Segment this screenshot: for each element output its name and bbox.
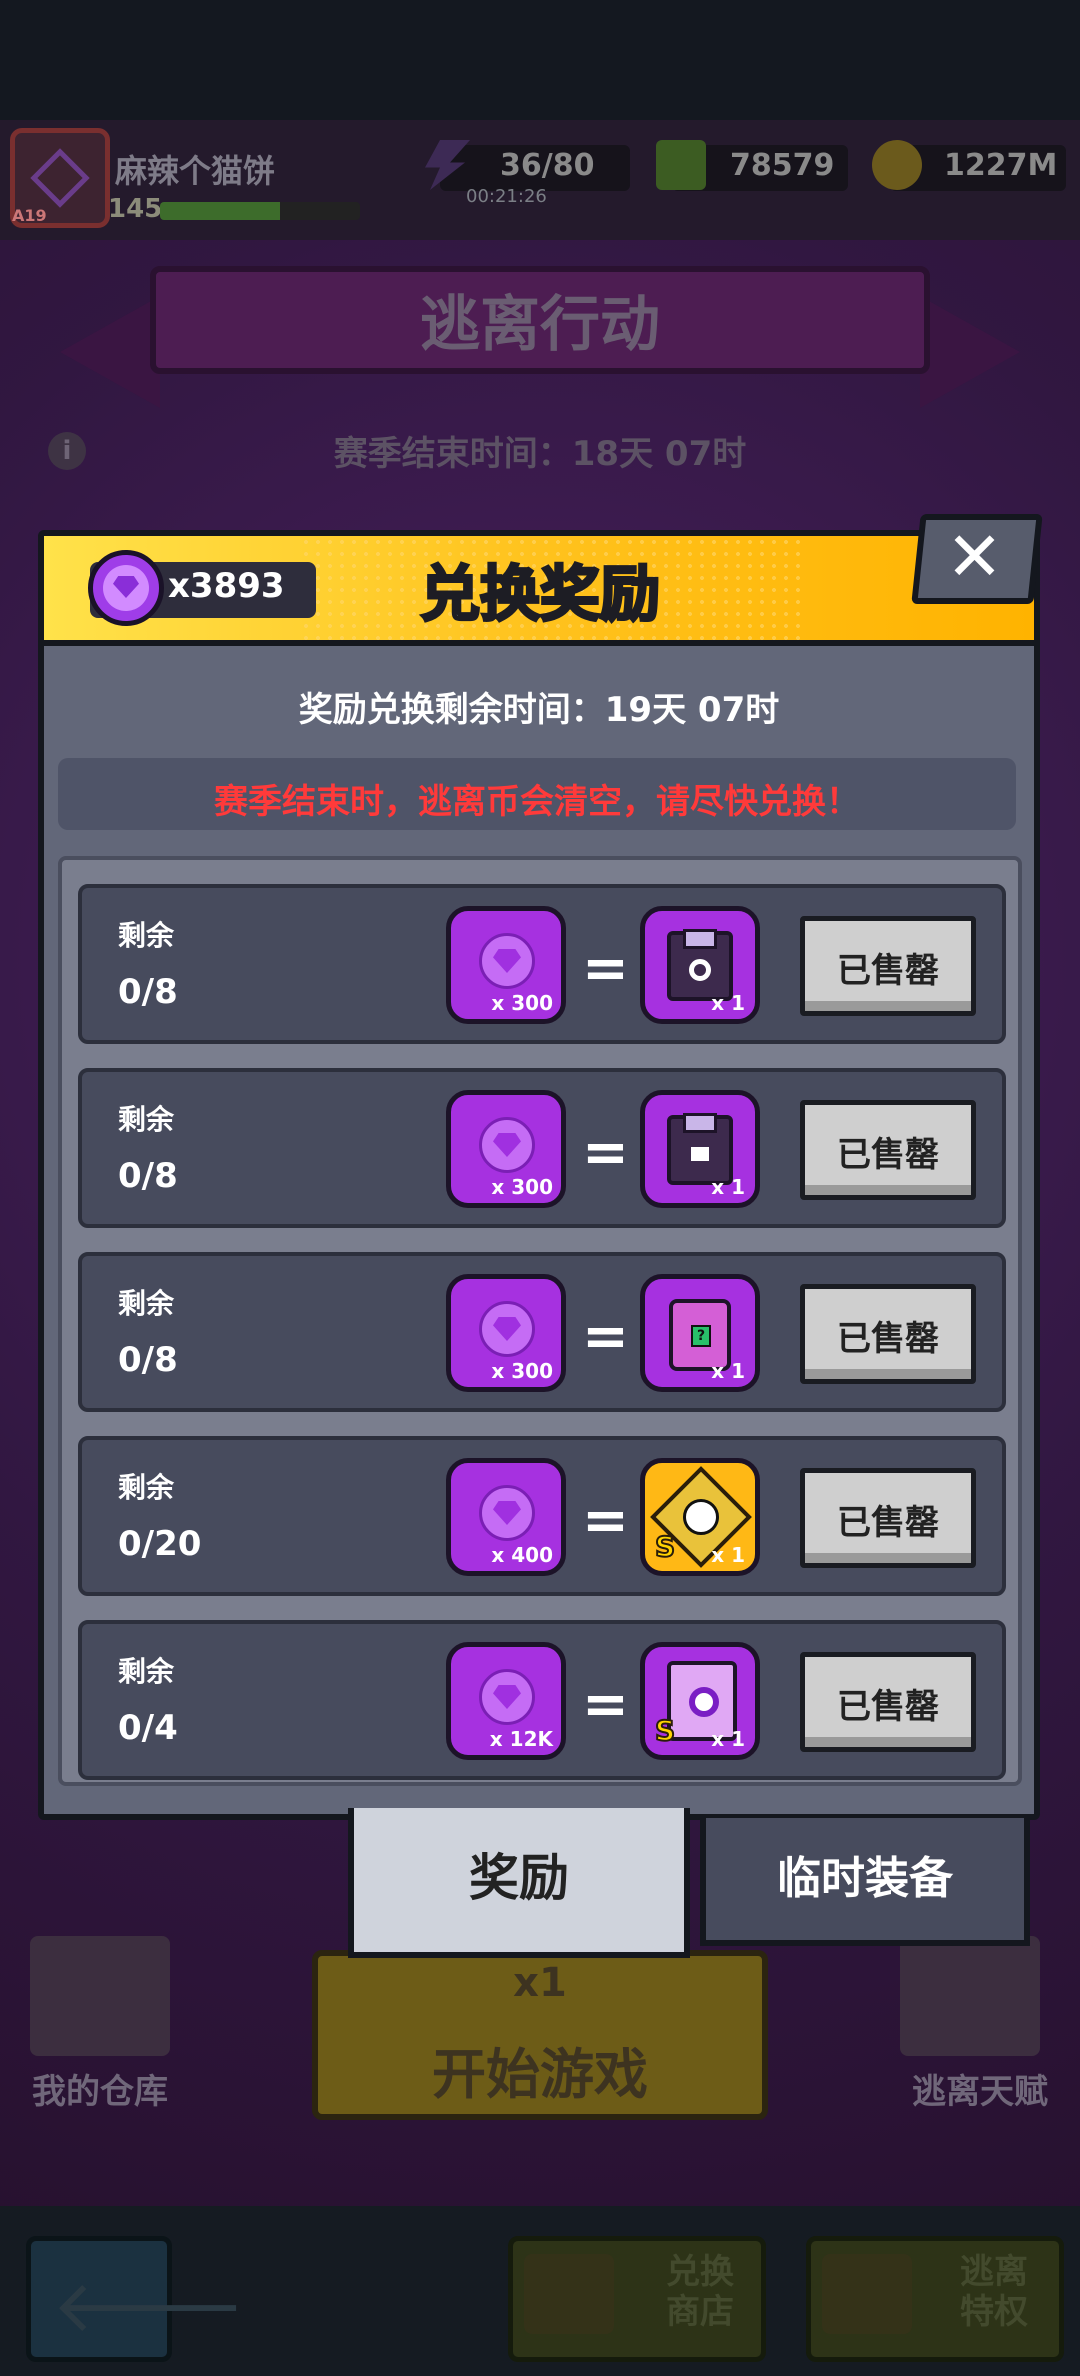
sold-out-button[interactable]: 已售罄 <box>800 916 976 1016</box>
reward-quantity: x 1 <box>711 991 745 1015</box>
sold-out-label: 已售罄 <box>837 1135 939 1175</box>
cost-item: x 300 <box>446 1274 566 1392</box>
cost-amount: x 400 <box>491 1543 553 1567</box>
remaining-count: 0/8 <box>118 972 178 1012</box>
privilege-icon <box>822 2254 912 2334</box>
escape-coin-icon <box>88 550 164 626</box>
sold-out-label: 已售罄 <box>837 1319 939 1359</box>
reward-row: 剩余 0/4 x 12K = S x 1 已售罄 <box>78 1620 1006 1780</box>
warehouse-icon[interactable] <box>30 1936 170 2056</box>
remaining-count: 0/8 <box>118 1340 178 1380</box>
event-title: 逃离行动 <box>420 290 660 360</box>
reward-quantity: x 1 <box>711 1543 745 1567</box>
cost-item: x 300 <box>446 906 566 1024</box>
status-bar <box>0 0 1080 120</box>
back-arrow-icon: 🡐 <box>52 2264 246 2348</box>
sold-out-label: 已售罄 <box>837 951 939 991</box>
season-end-time: 赛季结束时间：18天 07时 <box>333 434 747 474</box>
tab-temp-equipment-label: 临时装备 <box>777 1853 953 1904</box>
cost-item: x 300 <box>446 1090 566 1208</box>
energy-value: 36/80 <box>500 148 595 183</box>
banner-right-arrow <box>920 296 1020 408</box>
remaining-count: 0/4 <box>118 1708 178 1748</box>
start-game-cost: x1 <box>513 1960 567 2006</box>
grade-badge: S <box>654 1713 676 1748</box>
reward-quantity: x 1 <box>711 1359 745 1383</box>
reward-item[interactable]: x 1 <box>640 1090 760 1208</box>
reward-row: 剩余 0/8 x 300 = x 1 已售罄 <box>78 1068 1006 1228</box>
dialog-title: 兑换奖励 <box>419 559 662 632</box>
tab-rewards-label: 奖励 <box>469 1849 569 1907</box>
reward-row: 剩余 0/8 x 300 = x 1 已售罄 <box>78 884 1006 1044</box>
reward-list[interactable]: 剩余 0/8 x 300 = x 1 已售罄 剩余 0/8 x 300 = x … <box>58 856 1022 1786</box>
xp-bar <box>160 202 360 220</box>
player-level: 145 <box>108 194 163 224</box>
talent-icon[interactable] <box>900 1936 1040 2056</box>
equals-sign: = <box>582 1672 629 1737</box>
sold-out-button[interactable]: 已售罄 <box>800 1284 976 1384</box>
remaining-label: 剩余 <box>118 1471 175 1504</box>
cost-amount: x 12K <box>489 1727 553 1751</box>
reward-quantity: x 1 <box>711 1175 745 1199</box>
avatar-emblem-icon <box>30 148 90 208</box>
cost-amount: x 300 <box>491 1359 553 1383</box>
sold-out-label: 已售罄 <box>837 1687 939 1727</box>
coin-value: 1227M <box>944 148 1058 183</box>
remaining-label: 剩余 <box>118 1287 175 1320</box>
cost-item: x 12K <box>446 1642 566 1760</box>
exchange-time-left: 奖励兑换剩余时间：19天 07时 <box>298 690 780 730</box>
sold-out-button[interactable]: 已售罄 <box>800 1652 976 1752</box>
exchange-shop-label: 兑换 商店 <box>666 2252 734 2332</box>
reward-item[interactable]: S x 1 <box>640 1642 760 1760</box>
equals-sign: = <box>582 1488 629 1553</box>
skull-icon <box>683 1499 719 1535</box>
green-cube-icon <box>656 140 706 190</box>
sold-out-button[interactable]: 已售罄 <box>800 1468 976 1568</box>
warning-text: 赛季结束时，逃离币会清空，请尽快兑换！ <box>214 782 860 822</box>
energy-timer: 00:21:26 <box>466 186 547 207</box>
shop-icon <box>524 2254 614 2334</box>
equals-sign: = <box>582 936 629 1001</box>
remaining-label: 剩余 <box>118 919 175 952</box>
remaining-count: 0/20 <box>118 1524 202 1564</box>
reward-row: 剩余 0/8 x 300 = ? x 1 已售罄 <box>78 1252 1006 1412</box>
remaining-label: 剩余 <box>118 1103 175 1136</box>
sold-out-button[interactable]: 已售罄 <box>800 1100 976 1200</box>
reward-item[interactable]: ? x 1 <box>640 1274 760 1392</box>
cost-amount: x 300 <box>491 1175 553 1199</box>
cost-item: x 400 <box>446 1458 566 1576</box>
remaining-count: 0/8 <box>118 1156 178 1196</box>
equals-sign: = <box>582 1120 629 1185</box>
reward-quantity: x 1 <box>711 1727 745 1751</box>
remaining-label: 剩余 <box>118 1655 175 1688</box>
reward-row: 剩余 0/20 x 400 = S x 1 已售罄 <box>78 1436 1006 1596</box>
sold-out-label: 已售罄 <box>837 1503 939 1543</box>
cube-value: 78579 <box>730 148 835 183</box>
grade-badge: S <box>654 1529 676 1564</box>
close-icon[interactable]: ✕ <box>946 518 1003 597</box>
xp-bar-fill <box>160 202 280 220</box>
cost-amount: x 300 <box>491 991 553 1015</box>
talent-label: 逃离天赋 <box>912 2072 1048 2112</box>
equals-sign: = <box>582 1304 629 1369</box>
reward-item[interactable]: S x 1 <box>640 1458 760 1576</box>
warehouse-label: 我的仓库 <box>32 2072 168 2112</box>
privilege-label: 逃离 特权 <box>960 2252 1028 2332</box>
banner-left-arrow <box>60 296 160 408</box>
gold-coin-icon <box>872 140 922 190</box>
gem-count: x3893 <box>168 566 285 606</box>
start-game-label: 开始游戏 <box>432 2043 648 2106</box>
player-name: 麻辣个猫饼 <box>115 152 276 190</box>
reward-item[interactable]: x 1 <box>640 906 760 1024</box>
avatar-level-tag: A19 <box>12 206 47 225</box>
